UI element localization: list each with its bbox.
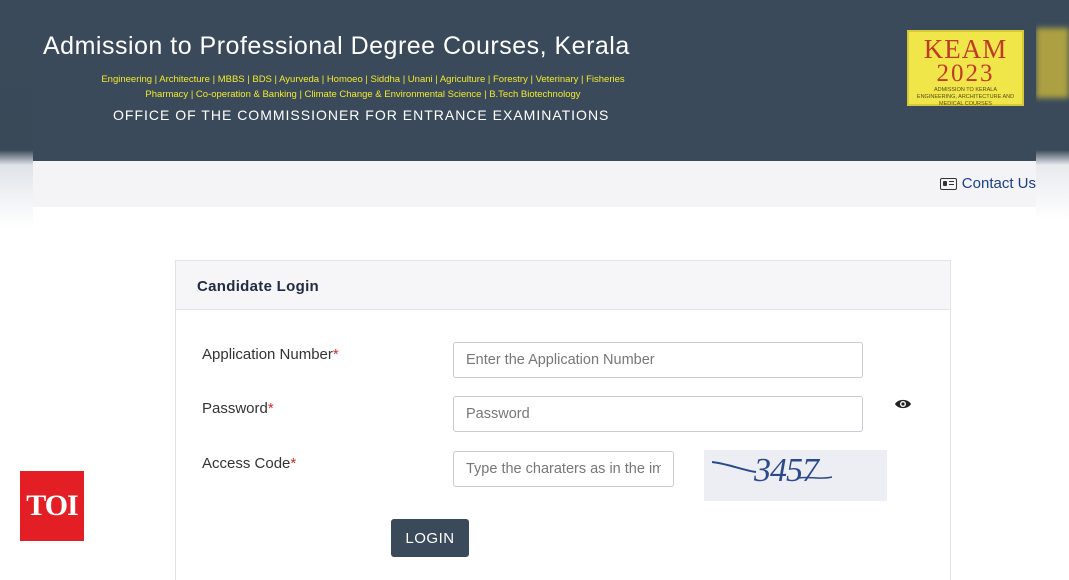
site-header: Admission to Professional Degree Courses… bbox=[33, 0, 1036, 161]
password-label: Password* bbox=[202, 400, 274, 417]
office-name: OFFICE OF THE COMMISSIONER FOR ENTRANCE … bbox=[113, 107, 610, 123]
course-list: Engineering | Architecture | MBBS | BDS … bbox=[53, 72, 673, 102]
password-label-text: Password bbox=[202, 400, 268, 417]
right-blurred-border bbox=[1036, 0, 1069, 580]
site-title: Admission to Professional Degree Courses… bbox=[43, 32, 630, 60]
application-number-label-text: Application Number bbox=[202, 346, 333, 363]
login-button[interactable]: LOGIN bbox=[391, 519, 469, 557]
password-input[interactable] bbox=[453, 396, 863, 432]
application-number-input[interactable] bbox=[453, 342, 863, 378]
navbar: Contact Us bbox=[33, 161, 1036, 207]
keam-logo-subtitle: ADMISSION TO KERALA ENGINEERING, ARCHITE… bbox=[916, 87, 1015, 107]
card-title: Candidate Login bbox=[176, 261, 950, 310]
keam-logo: KEAM 2023 ADMISSION TO KERALA ENGINEERIN… bbox=[907, 30, 1024, 107]
contact-card-icon bbox=[939, 177, 957, 190]
required-mark: * bbox=[267, 400, 274, 417]
required-mark: * bbox=[290, 455, 297, 472]
contact-us-link[interactable]: Contact Us bbox=[939, 175, 1036, 192]
captcha-image: 3457 bbox=[704, 450, 887, 501]
required-mark: * bbox=[332, 346, 339, 363]
contact-us-label: Contact Us bbox=[961, 175, 1036, 192]
blurred-logo-edge bbox=[1036, 28, 1069, 98]
candidate-login-card: Candidate Login Application Number* Pass… bbox=[175, 260, 951, 580]
course-list-line-2: Pharmacy | Co-operation & Banking | Clim… bbox=[145, 89, 581, 100]
application-number-label: Application Number* bbox=[202, 346, 339, 363]
captcha-text: 3457 bbox=[754, 452, 819, 489]
toi-watermark: TOI bbox=[20, 471, 84, 541]
course-list-line-1: Engineering | Architecture | MBBS | BDS … bbox=[101, 74, 625, 85]
eye-icon[interactable] bbox=[894, 398, 912, 410]
keam-logo-year: 2023 bbox=[936, 60, 995, 87]
access-code-label-text: Access Code bbox=[202, 455, 291, 472]
keam-logo-name: KEAM bbox=[923, 34, 1008, 64]
access-code-input[interactable] bbox=[453, 451, 674, 487]
access-code-label: Access Code* bbox=[202, 455, 296, 472]
